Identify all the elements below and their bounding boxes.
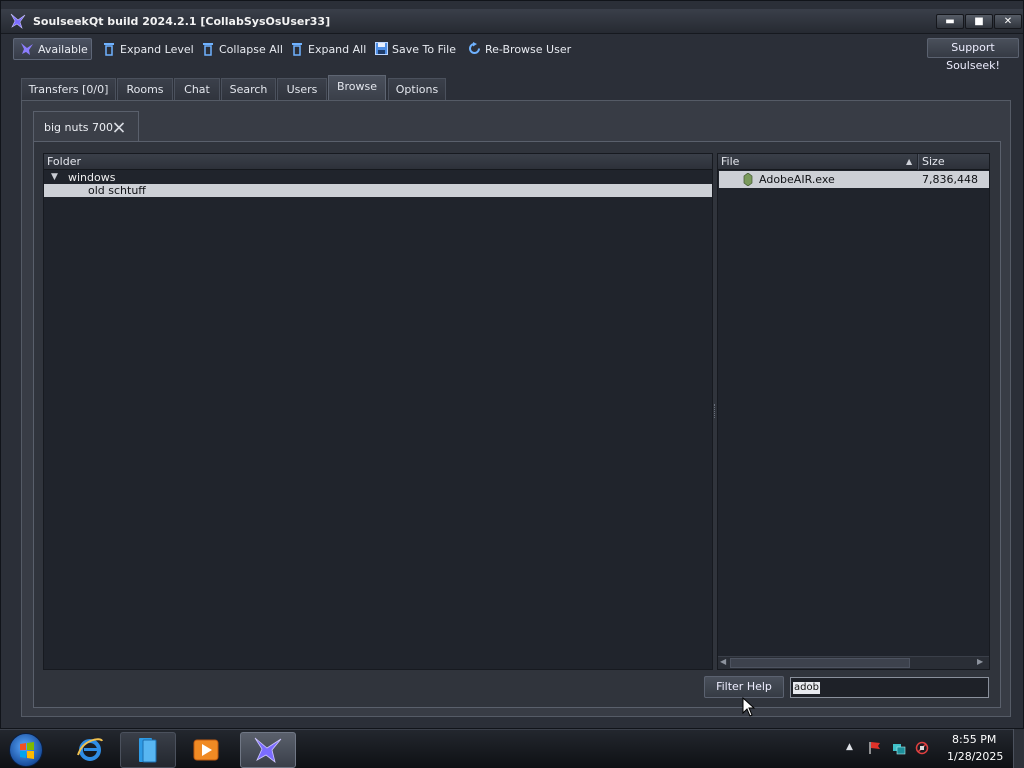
file-header-label: File: [721, 155, 740, 168]
folder-label: old schtuff: [88, 184, 146, 197]
filter-help-button[interactable]: Filter Help: [704, 676, 784, 698]
file-list[interactable]: File ▲ Size AdobeAIR.exe 7,836,448 ◀ ▶: [717, 153, 990, 670]
close-button[interactable]: ✕: [994, 14, 1022, 29]
minimize-button[interactable]: ▬: [936, 14, 964, 29]
soulseek-bird-icon: [254, 737, 282, 764]
taskbar-soulseekqt[interactable]: [240, 732, 296, 768]
expand-level-icon: [103, 42, 116, 56]
file-size: 7,836,448: [922, 173, 978, 186]
save-to-file-label: Save To File: [392, 42, 456, 56]
floppy-disk-icon: [375, 42, 388, 56]
size-column-header[interactable]: Size: [918, 154, 989, 170]
clock-date[interactable]: 1/28/2025: [947, 750, 1003, 763]
folder-column-header[interactable]: Folder: [44, 154, 712, 170]
filter-input-value: adob: [793, 682, 820, 694]
expand-level-button[interactable]: Expand Level: [103, 38, 194, 60]
status-label: Available: [38, 42, 88, 56]
tab-rooms[interactable]: Rooms: [117, 78, 173, 100]
collapse-all-label: Collapse All: [219, 42, 283, 56]
file-name: AdobeAIR.exe: [759, 173, 835, 186]
volume-muted-icon[interactable]: [915, 741, 929, 755]
file-row[interactable]: AdobeAIR.exe 7,836,448: [719, 171, 989, 188]
folder-label: windows: [68, 171, 116, 184]
expand-all-button[interactable]: Expand All: [291, 38, 366, 60]
file-explorer-icon: [139, 738, 157, 763]
title-bar[interactable]: SoulseekQt build 2024.2.1 [CollabSysOsUs…: [1, 9, 1023, 34]
re-browse-user-button[interactable]: Re-Browse User: [468, 38, 571, 60]
browse-user-tab[interactable]: big nuts 700: [33, 111, 139, 142]
expand-level-label: Expand Level: [120, 42, 194, 56]
taskbar: ▲: [0, 729, 1024, 768]
start-button[interactable]: [9, 733, 43, 767]
expand-all-icon: [291, 42, 304, 56]
horizontal-scrollbar[interactable]: ◀ ▶: [718, 656, 989, 669]
mouse-cursor-icon: [742, 697, 756, 717]
browse-user-tab-label: big nuts 700: [44, 121, 113, 134]
expand-arrow-icon[interactable]: ▼: [51, 171, 58, 184]
refresh-icon: [468, 42, 481, 56]
scroll-right-arrow-icon[interactable]: ▶: [977, 657, 983, 666]
tree-item-old-schtuff[interactable]: old schtuff: [44, 184, 712, 197]
tab-chat[interactable]: Chat: [174, 78, 220, 100]
adobe-air-file-icon: [743, 173, 753, 186]
tab-search[interactable]: Search: [221, 78, 276, 100]
expand-all-label: Expand All: [308, 42, 367, 56]
scroll-left-arrow-icon[interactable]: ◀: [720, 657, 726, 666]
taskbar-internet-explorer[interactable]: [62, 732, 118, 768]
folder-tree[interactable]: Folder ▼ windows old schtuff: [43, 153, 713, 670]
show-hidden-icons-icon[interactable]: ▲: [846, 742, 860, 756]
internet-explorer-icon: [77, 738, 103, 761]
support-soulseek-button[interactable]: Support Soulseek!: [927, 38, 1019, 72]
toolbar: Available Expand Level Collapse All Expa…: [1, 35, 1023, 63]
collapse-all-icon: [202, 42, 215, 56]
taskbar-media-player[interactable]: [178, 732, 234, 768]
tab-browse[interactable]: Browse: [328, 75, 386, 100]
close-tab-icon[interactable]: [112, 121, 126, 134]
clock-time[interactable]: 8:55 PM: [952, 733, 996, 746]
tab-users[interactable]: Users: [277, 78, 327, 100]
re-browse-user-label: Re-Browse User: [485, 42, 572, 56]
soulseek-bird-icon: [21, 43, 33, 55]
maximize-button[interactable]: ■: [965, 14, 993, 29]
taskbar-file-explorer[interactable]: [120, 732, 176, 768]
status-button[interactable]: Available: [13, 38, 92, 60]
save-to-file-button[interactable]: Save To File: [375, 38, 456, 60]
scrollbar-thumb[interactable]: [730, 658, 910, 668]
sort-ascending-icon: ▲: [906, 157, 913, 166]
file-column-header[interactable]: File ▲: [718, 154, 917, 170]
media-player-icon: [193, 739, 219, 761]
soulseek-bird-icon: [10, 13, 26, 29]
windows-logo-icon: [20, 742, 34, 759]
window-title: SoulseekQt build 2024.2.1 [CollabSysOsUs…: [33, 15, 331, 28]
tree-item-windows[interactable]: ▼ windows: [44, 171, 712, 184]
show-desktop-button[interactable]: [1013, 729, 1024, 768]
collapse-all-button[interactable]: Collapse All: [202, 38, 283, 60]
network-icon[interactable]: [892, 741, 906, 755]
action-center-flag-icon[interactable]: [868, 741, 882, 755]
app-window: SoulseekQt build 2024.2.1 [CollabSysOsUs…: [0, 0, 1024, 729]
tab-transfers[interactable]: Transfers [0/0]: [21, 78, 116, 100]
tab-options[interactable]: Options: [388, 78, 446, 100]
